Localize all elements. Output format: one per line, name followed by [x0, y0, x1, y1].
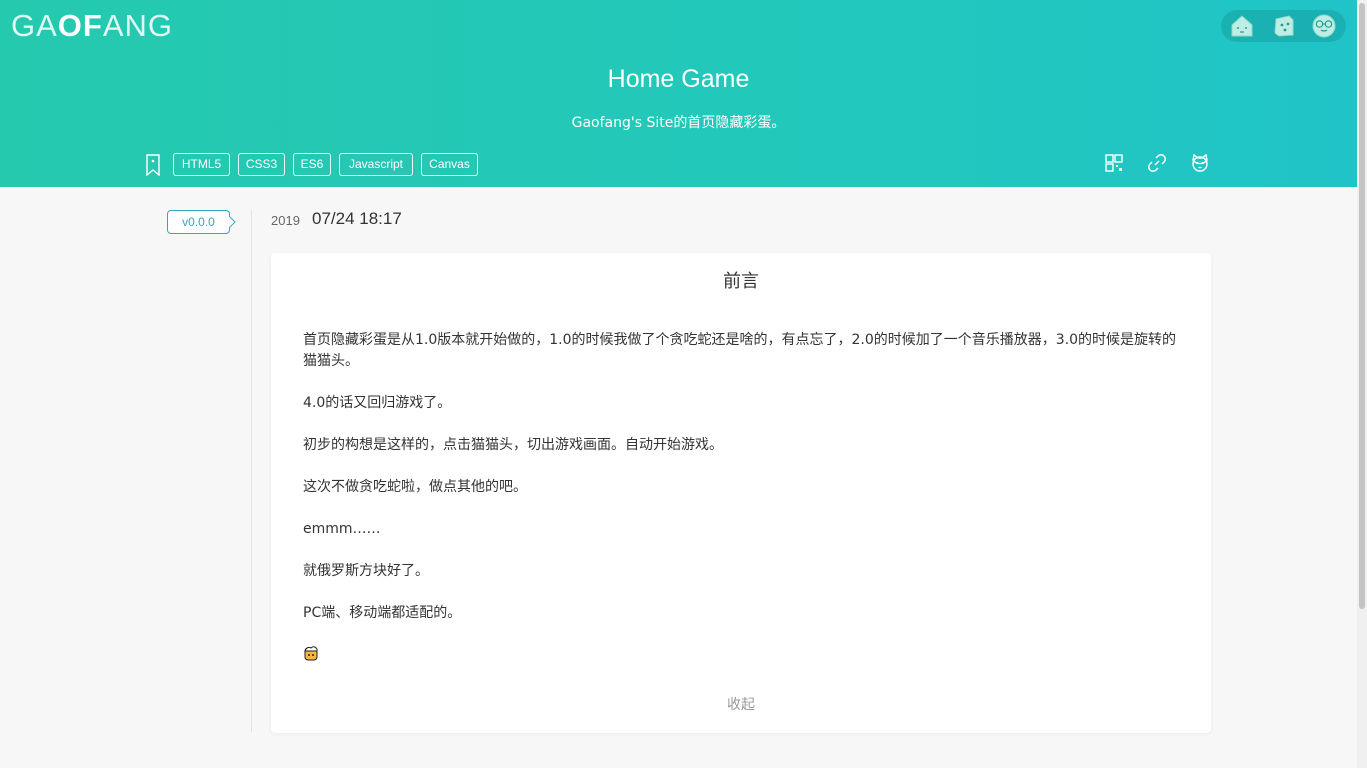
scrollbar-thumb[interactable] [1359, 3, 1365, 609]
collapse-button[interactable]: 收起 [271, 694, 1211, 714]
page-subtitle: Gaofang's Site的首页隐藏彩蛋。 [571, 115, 786, 131]
post-card: 前言 首页隐藏彩蛋是从1.0版本就开始做的，1.0的时候我做了个贪吃蛇还是啥的，… [271, 253, 1211, 733]
dice-icon[interactable] [1271, 13, 1297, 39]
post-paragraph: 就俄罗斯方块好了。 [303, 563, 429, 579]
link-icon[interactable] [1146, 152, 1168, 174]
glasses-face-icon[interactable] [1311, 13, 1337, 39]
post-paragraph: 首页隐藏彩蛋是从1.0版本就开始做的，1.0的时候我做了个贪吃蛇还是啥的，有点忘… [303, 332, 1177, 369]
timeline-line [251, 210, 252, 732]
post-paragraph: emmm…… [303, 521, 381, 537]
page-title: Home Game [607, 65, 750, 93]
post-body: 首页隐藏彩蛋是从1.0版本就开始做的，1.0的时候我做了个贪吃蛇还是啥的，有点忘… [303, 330, 1183, 668]
top-icon-group [1221, 10, 1346, 42]
post-title: 前言 [723, 271, 759, 292]
home-icon[interactable] [1229, 13, 1255, 39]
tag-html5[interactable]: HTML5 [173, 153, 230, 176]
post-paragraph: PC端、移动端都适配的。 [303, 605, 462, 621]
post-datetime: 07/24 18:17 [312, 209, 402, 228]
logo-text-of: OF [57, 8, 103, 43]
post-year: 2019 [271, 213, 300, 228]
header: GAOFANG Home Game Gaofang's Site的首页隐藏彩蛋。 [0, 0, 1357, 187]
site-logo[interactable]: GAOFANG [11, 9, 173, 43]
logo-text-ga: GA [11, 8, 58, 43]
logo-text-ang: ANG [102, 8, 174, 43]
post-paragraph: 初步的构想是这样的，点击猫猫头，切出游戏画面。自动开始游戏。 [303, 437, 723, 453]
bookmark-icon [146, 154, 160, 176]
tag-es6[interactable]: ES6 [293, 153, 331, 176]
post-paragraph: 4.0的话又回归游戏了。 [303, 395, 452, 411]
qrcode-icon[interactable] [1103, 152, 1125, 174]
tag-canvas[interactable]: Canvas [421, 153, 478, 176]
post-paragraph: 这次不做贪吃蛇啦，做点其他的吧。 [303, 479, 527, 495]
version-badge: v0.0.0 [167, 210, 230, 234]
cat-face-icon[interactable] [1189, 152, 1211, 174]
tag-javascript[interactable]: Javascript [339, 153, 413, 176]
tag-css3[interactable]: CSS3 [238, 153, 285, 176]
beer-emoji [304, 646, 318, 661]
